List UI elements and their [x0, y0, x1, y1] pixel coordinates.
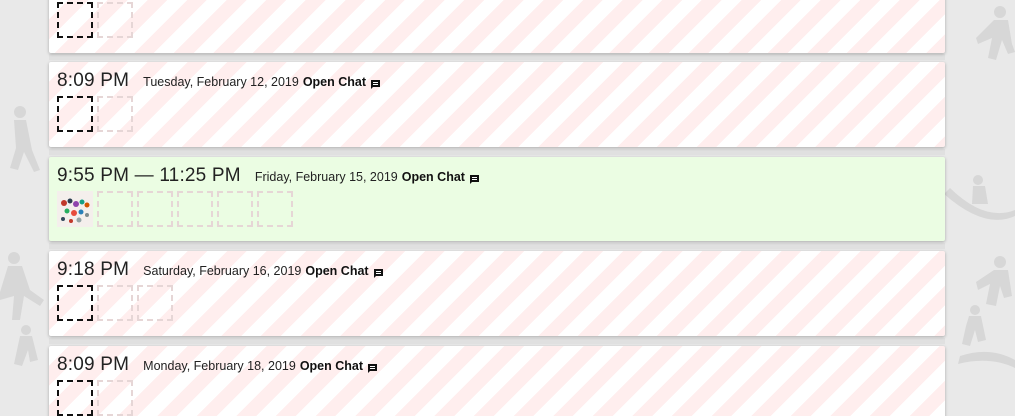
- open-chat-label: Open Chat: [302, 75, 367, 89]
- event-time: 8:09 PM: [57, 354, 130, 375]
- event-card-header: 8:09 PM Tuesday, February 12, 2019 Open …: [57, 70, 381, 92]
- participant-slot-open[interactable]: [57, 285, 93, 321]
- event-card[interactable]: [49, 0, 945, 53]
- walking-figure-icon: [962, 305, 986, 346]
- event-time: 9:55 PM — 11:25 PM: [57, 165, 241, 186]
- participant-slot-empty[interactable]: [97, 96, 133, 132]
- throwing-figure-icon: [976, 256, 1012, 306]
- chat-bubble-icon: [371, 79, 381, 89]
- participant-slot-empty[interactable]: [177, 191, 213, 227]
- kneeling-figure-icon: [14, 325, 38, 366]
- participant-slot-empty[interactable]: [97, 2, 133, 38]
- participant-slots: [57, 285, 173, 321]
- runner-figure-icon: [10, 106, 40, 172]
- chat-bubble-icon: [469, 174, 479, 184]
- event-card[interactable]: 8:09 PM Monday, February 18, 2019 Open C…: [49, 346, 945, 416]
- event-card[interactable]: 9:18 PM Saturday, February 16, 2019 Open…: [49, 251, 945, 336]
- participant-slot-empty[interactable]: [217, 191, 253, 227]
- participant-slot-empty[interactable]: [97, 380, 133, 416]
- participant-slots: [57, 2, 133, 38]
- open-chat-link[interactable]: Open Chat: [305, 264, 383, 278]
- open-chat-label: Open Chat: [299, 359, 364, 373]
- event-card-header: 8:09 PM Monday, February 18, 2019 Open C…: [57, 354, 378, 376]
- group-photo-thumbnail-icon: [57, 191, 93, 227]
- event-time: 8:09 PM: [57, 70, 130, 91]
- participant-slot-empty[interactable]: [137, 285, 173, 321]
- participant-slot-open[interactable]: [57, 96, 93, 132]
- open-chat-label: Open Chat: [305, 264, 369, 278]
- chat-bubble-icon: [373, 268, 383, 278]
- event-date: Saturday, February 16, 2019: [143, 264, 302, 278]
- participant-slot-open[interactable]: [57, 2, 93, 38]
- open-chat-link[interactable]: Open Chat: [402, 170, 480, 184]
- participant-slot-empty[interactable]: [257, 191, 293, 227]
- open-chat-link[interactable]: Open Chat: [303, 75, 381, 89]
- swimmer-figure-icon: [958, 351, 1015, 368]
- participant-slots: [57, 96, 133, 132]
- participant-slot-empty[interactable]: [137, 191, 173, 227]
- participant-avatar-slot[interactable]: [57, 191, 93, 227]
- dancer-figure-icon: [0, 252, 44, 320]
- participant-slot-empty[interactable]: [97, 191, 133, 227]
- event-card-current[interactable]: 9:55 PM — 11:25 PM Friday, February 15, …: [49, 157, 945, 241]
- participant-slots: [57, 191, 293, 227]
- reaching-figure-icon: [976, 6, 1015, 60]
- event-card[interactable]: 8:09 PM Tuesday, February 12, 2019 Open …: [49, 62, 945, 147]
- event-card-header: 9:55 PM — 11:25 PM Friday, February 15, …: [57, 165, 480, 187]
- event-card-header: 9:18 PM Saturday, February 16, 2019 Open…: [57, 259, 384, 281]
- open-chat-link[interactable]: Open Chat: [300, 359, 378, 373]
- participant-slots: [57, 380, 133, 416]
- event-date: Friday, February 15, 2019: [254, 170, 398, 184]
- event-time: 9:18 PM: [57, 259, 130, 280]
- boat-figure-icon: [944, 175, 1015, 220]
- participant-slot-open[interactable]: [57, 380, 93, 416]
- event-date: Tuesday, February 12, 2019: [143, 75, 299, 89]
- event-date: Monday, February 18, 2019: [143, 359, 296, 373]
- chat-bubble-icon: [368, 363, 378, 373]
- participant-slot-empty[interactable]: [97, 285, 133, 321]
- open-chat-label: Open Chat: [401, 170, 465, 184]
